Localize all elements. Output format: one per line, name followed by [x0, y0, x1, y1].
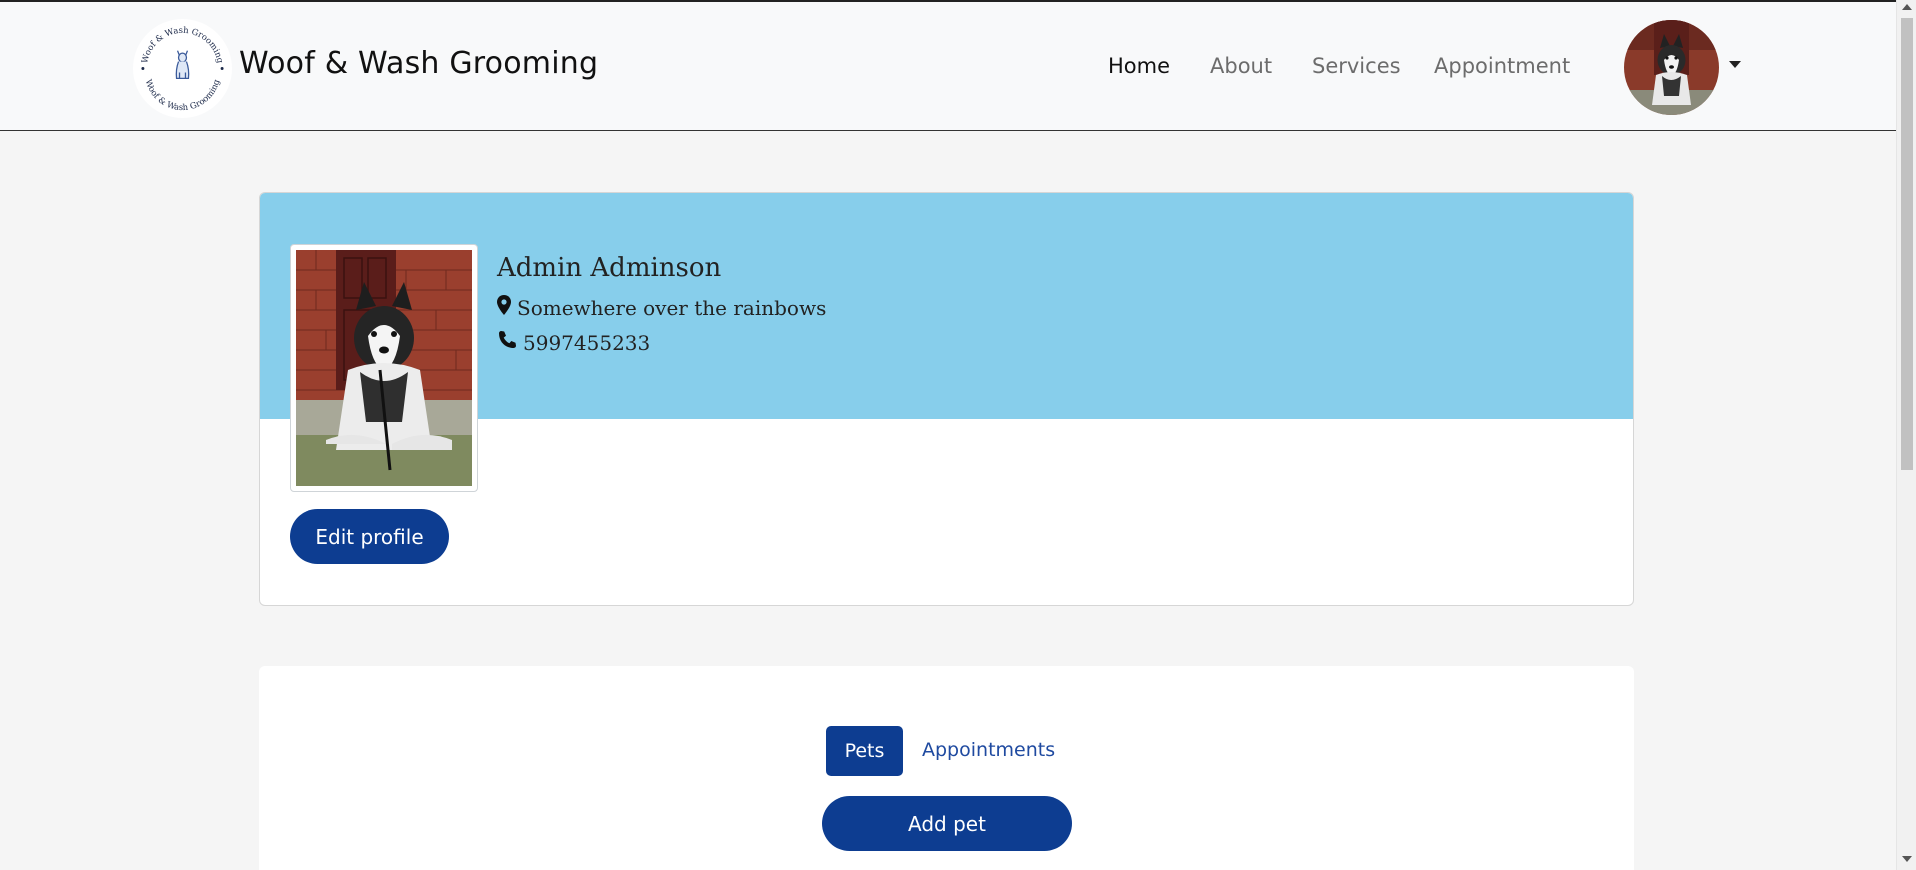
svg-text:Woof & Wash Grooming: Woof & Wash Grooming: [144, 78, 222, 113]
profile-phone: 5997455233: [497, 330, 650, 355]
dog-icon: [175, 50, 190, 80]
logo-ring-text-bottom: Woof & Wash Grooming: [144, 78, 222, 113]
profile-photo: [290, 244, 478, 492]
edit-profile-button[interactable]: Edit profile: [290, 509, 449, 564]
nav-home[interactable]: Home: [1108, 54, 1170, 78]
tabs-card: Pets Appointments Add pet: [259, 666, 1634, 870]
tab-pets[interactable]: Pets: [826, 726, 903, 776]
navbar: Woof & Wash Grooming Woof & Wash Groomin…: [0, 2, 1896, 131]
scroll-up-icon[interactable]: [1902, 4, 1912, 10]
map-marker-icon: [497, 295, 511, 320]
profile-location: Somewhere over the rainbows: [497, 295, 826, 320]
chevron-down-icon[interactable]: [1729, 61, 1741, 68]
brand-logo[interactable]: Woof & Wash Grooming Woof & Wash Groomin…: [133, 19, 232, 118]
profile-phone-text: 5997455233: [523, 330, 651, 355]
tab-appointments[interactable]: Appointments: [922, 739, 1055, 761]
add-pet-button[interactable]: Add pet: [822, 796, 1072, 851]
scroll-down-icon[interactable]: [1902, 856, 1912, 862]
profile-name: Admin Adminson: [497, 253, 722, 283]
profile-card: Admin Adminson Somewhere over the rainbo…: [259, 192, 1634, 606]
nav-appointment[interactable]: Appointment: [1434, 54, 1570, 78]
nav-about[interactable]: About: [1210, 54, 1272, 78]
vertical-scrollbar[interactable]: [1896, 0, 1916, 870]
brand-name[interactable]: Woof & Wash Grooming: [239, 46, 598, 81]
phone-icon: [497, 330, 517, 355]
scrollbar-thumb[interactable]: [1901, 18, 1913, 470]
profile-location-text: Somewhere over the rainbows: [517, 295, 827, 320]
user-avatar[interactable]: [1624, 20, 1719, 115]
nav-services[interactable]: Services: [1312, 54, 1401, 78]
